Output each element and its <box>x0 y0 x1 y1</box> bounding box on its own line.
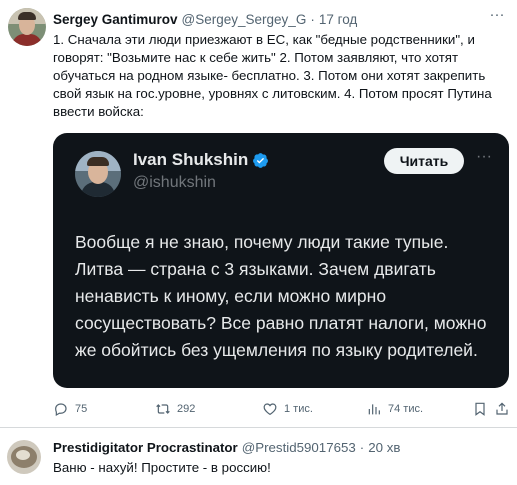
ellipsis-icon[interactable]: ··· <box>487 6 507 26</box>
quoted-name-row: Ivan Shukshin <box>133 150 269 170</box>
share-icon <box>496 402 508 415</box>
ellipsis-icon: ··· <box>476 148 492 165</box>
tweet[interactable]: Sergey Gantimurov @Sergey_Sergey_G · 17 … <box>0 0 517 428</box>
reply-author-avatar[interactable] <box>7 440 41 474</box>
share-button[interactable] <box>494 398 516 420</box>
separator-dot: · <box>359 440 365 455</box>
bar-chart-icon <box>368 404 380 415</box>
quoted-author-name: Ivan Shukshin <box>133 150 249 169</box>
tweet-header: Sergey Gantimurov @Sergey_Sergey_G · 17 … <box>53 10 357 28</box>
quoted-post-text: Вообще я не знаю, почему люди такие тупы… <box>75 232 487 360</box>
reply-timestamp[interactable]: 20 хв <box>368 440 400 455</box>
reply-count: 75 <box>75 403 88 415</box>
quoted-author-avatar <box>75 151 121 197</box>
verified-badge-icon <box>253 152 269 168</box>
bookmark-button[interactable] <box>472 398 494 420</box>
like-button[interactable]: 1 тис. <box>262 398 313 420</box>
bookmark-icon <box>475 402 485 416</box>
retweet-count: 292 <box>177 403 196 415</box>
like-count: 1 тис. <box>284 403 313 415</box>
action-bar: 75 292 1 тис. 74 тис. <box>53 398 508 420</box>
views-count: 74 тис. <box>388 403 424 415</box>
tweet-text: 1. Сначала эти люди приезжают в ЕС, как … <box>53 32 492 119</box>
reply-header: Prestidigitator Procrastinator @Prestid5… <box>53 439 400 456</box>
author-handle[interactable]: @Sergey_Sergey_G <box>182 12 307 27</box>
author-avatar[interactable] <box>8 8 46 46</box>
quoted-post-image[interactable]: Ivan Shukshin @ishukshin Читать ··· Вооб… <box>53 133 509 388</box>
reply-author-name[interactable]: Prestidigitator Procrastinator <box>53 440 238 455</box>
reply-button[interactable]: 75 <box>53 398 87 420</box>
follow-button: Читать <box>384 148 464 174</box>
views-button[interactable]: 74 тис. <box>366 398 423 420</box>
reply-text: Ваню - нахуй! Простите - в россию! <box>53 460 271 475</box>
comment-icon <box>55 403 67 417</box>
quoted-author-handle: @ishukshin <box>133 174 216 191</box>
retweet-icon <box>156 404 170 414</box>
heart-icon <box>263 403 277 416</box>
tweet-timestamp[interactable]: 17 год <box>319 12 357 27</box>
separator-dot: · <box>310 11 315 27</box>
retweet-button[interactable]: 292 <box>155 398 195 420</box>
reply-author-handle[interactable]: @Prestid59017653 <box>242 440 356 455</box>
author-name[interactable]: Sergey Gantimurov <box>53 12 178 27</box>
